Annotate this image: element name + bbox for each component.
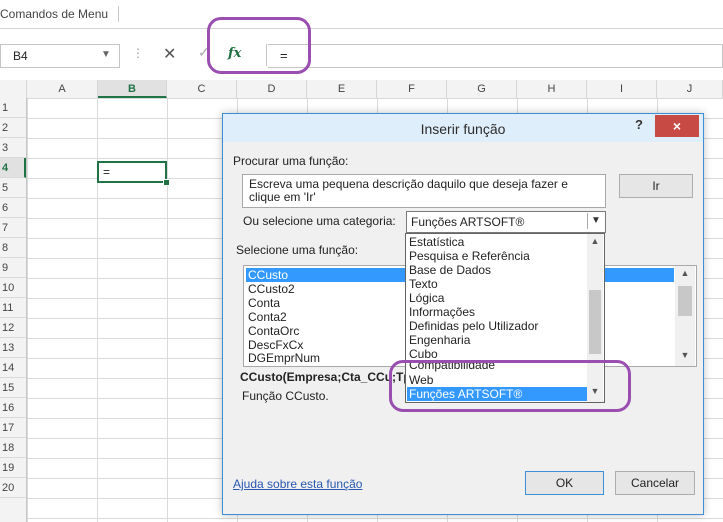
scroll-thumb[interactable] [678, 286, 692, 316]
drag-dots-icon[interactable]: ⋮ [132, 46, 144, 60]
column-header-i[interactable]: I [587, 80, 657, 98]
dialog-title: Inserir função [420, 121, 506, 137]
column-header-e[interactable]: E [307, 80, 377, 98]
row-header[interactable]: 1 [0, 98, 26, 118]
column-header-d[interactable]: D [237, 80, 307, 98]
row-header[interactable]: 12 [0, 318, 26, 338]
dialog-title-bar[interactable]: Inserir função ? × [223, 114, 703, 142]
go-button[interactable]: Ir [619, 174, 693, 198]
ribbon-tab-label[interactable]: Comandos de Menu [0, 7, 108, 21]
column-header-g[interactable]: G [447, 80, 517, 98]
formula-input[interactable]: = [268, 44, 723, 68]
name-box-value: B4 [13, 49, 28, 63]
ribbon-separator [118, 6, 119, 22]
column-header-c[interactable]: C [167, 80, 237, 98]
grid-line [167, 98, 168, 522]
category-option[interactable]: Engenharia [407, 333, 588, 347]
column-header-b[interactable]: B [98, 80, 167, 98]
search-label: Procurar uma função: [233, 154, 349, 168]
fill-handle[interactable] [163, 179, 170, 186]
name-box[interactable]: B4 ▼ [0, 44, 120, 68]
search-input[interactable]: Escreva uma pequena descrição daquilo qu… [242, 174, 606, 208]
cancel-entry-icon[interactable]: ✕ [163, 44, 176, 64]
row-header[interactable]: 11 [0, 298, 26, 318]
category-option[interactable]: Base de Dados [407, 263, 588, 277]
column-header-h[interactable]: H [517, 80, 587, 98]
active-cell-value: = [103, 165, 111, 179]
category-option[interactable]: Pesquisa e Referência [407, 249, 588, 263]
category-select-value: Funções ARTSOFT® [411, 215, 525, 229]
row-header[interactable]: 16 [0, 398, 26, 418]
column-headers: A B C D E F G H I J [0, 80, 723, 99]
category-option[interactable]: Texto [407, 277, 588, 291]
ok-button[interactable]: OK [525, 471, 604, 495]
scroll-thumb[interactable] [589, 290, 601, 354]
row-header[interactable]: 10 [0, 278, 26, 298]
column-header-j[interactable]: J [657, 80, 723, 98]
row-header[interactable]: 3 [0, 138, 26, 158]
ribbon-strip: Comandos de Menu [0, 0, 723, 29]
active-cell-b4[interactable]: = [97, 161, 167, 183]
function-description: Função CCusto. [242, 389, 329, 403]
row-headers: 1 2 3 4 5 6 7 8 9 10 11 12 13 14 15 16 1… [0, 98, 27, 522]
chevron-down-icon[interactable]: ▼ [101, 49, 111, 60]
scroll-down-icon[interactable]: ▼ [677, 350, 693, 360]
category-select[interactable]: Funções ARTSOFT® ▼ [406, 211, 606, 233]
row-header[interactable]: 9 [0, 258, 26, 278]
scroll-up-icon[interactable]: ▲ [587, 236, 603, 246]
search-text: Escreva uma pequena descrição daquilo qu… [249, 177, 568, 204]
annotation-highlight-category [389, 360, 631, 412]
row-header-active[interactable]: 4 [0, 158, 26, 178]
row-header[interactable]: 7 [0, 218, 26, 238]
annotation-highlight-fx [207, 17, 311, 74]
row-header[interactable]: 19 [0, 458, 26, 478]
row-header[interactable]: 14 [0, 358, 26, 378]
row-header[interactable]: 18 [0, 438, 26, 458]
scroll-up-icon[interactable]: ▲ [677, 268, 693, 278]
row-header[interactable]: 13 [0, 338, 26, 358]
category-option[interactable]: Informações [407, 305, 588, 319]
cancel-button[interactable]: Cancelar [615, 471, 695, 495]
help-link[interactable]: Ajuda sobre esta função [233, 477, 362, 491]
row-header[interactable]: 6 [0, 198, 26, 218]
function-label: Selecione uma função: [236, 243, 359, 257]
row-header[interactable]: 15 [0, 378, 26, 398]
column-header-f[interactable]: F [377, 80, 447, 98]
row-header[interactable]: 8 [0, 238, 26, 258]
row-header[interactable]: 17 [0, 418, 26, 438]
category-option[interactable]: Estatística [407, 235, 588, 249]
function-list-scrollbar[interactable]: ▲ ▼ [675, 266, 695, 366]
close-button[interactable]: × [655, 115, 699, 137]
column-header-a[interactable]: A [27, 80, 98, 98]
chevron-down-icon[interactable]: ▼ [587, 213, 604, 229]
row-header[interactable]: 5 [0, 178, 26, 198]
row-header[interactable]: 20 [0, 478, 26, 498]
category-label: Ou selecione uma categoria: [243, 214, 396, 228]
select-all-corner[interactable] [0, 80, 27, 98]
category-option[interactable]: Lógica [407, 291, 588, 305]
category-option[interactable]: Definidas pelo Utilizador [407, 319, 588, 333]
row-header[interactable]: 2 [0, 118, 26, 138]
help-icon[interactable]: ? [635, 117, 643, 132]
